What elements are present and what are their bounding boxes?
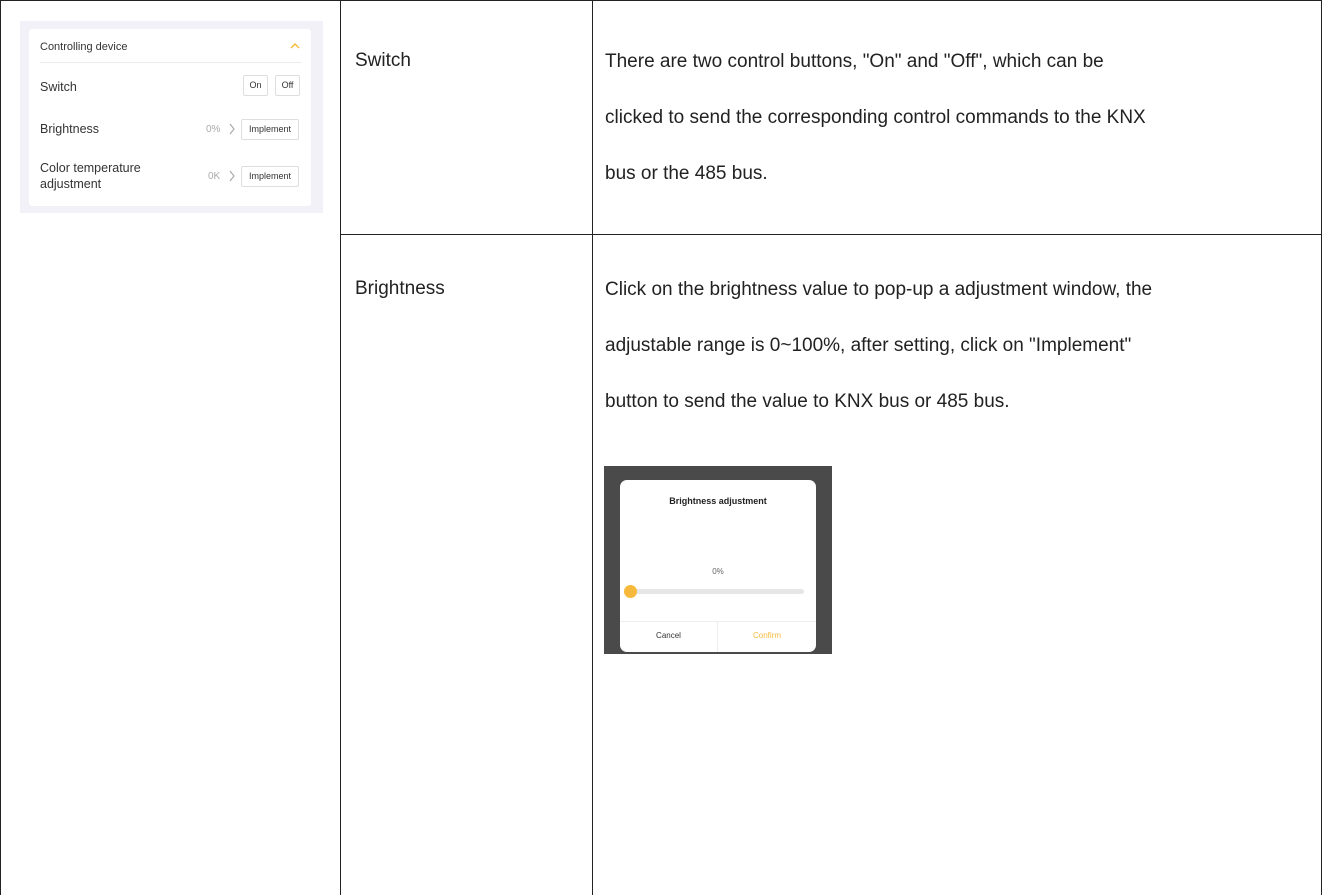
- confirm-button[interactable]: Confirm: [718, 631, 816, 640]
- brightness-implement-button[interactable]: Implement: [241, 119, 299, 140]
- chevron-right-icon[interactable]: [228, 123, 236, 135]
- description-line: adjustable range is 0~100%, after settin…: [605, 335, 1132, 356]
- brightness-slider-track[interactable]: [632, 589, 804, 594]
- brightness-slider-thumb[interactable]: [624, 585, 637, 598]
- dialog-divider: [620, 621, 816, 622]
- color-temp-implement-button[interactable]: Implement: [241, 166, 299, 187]
- table-column-divider: [340, 0, 341, 895]
- panel-title: Controlling device: [40, 41, 128, 53]
- brightness-label: Brightness: [40, 122, 100, 136]
- panel-divider: [40, 62, 302, 63]
- dialog-title: Brightness adjustment: [669, 496, 767, 506]
- chevron-right-icon[interactable]: [228, 170, 236, 182]
- on-button[interactable]: On: [243, 75, 268, 96]
- table-border-right: [1321, 0, 1322, 895]
- color-temp-value[interactable]: 0K: [208, 171, 220, 182]
- chevron-up-icon[interactable]: [288, 39, 302, 53]
- description-line: There are two control buttons, "On" and …: [605, 51, 1104, 72]
- row-name-switch: Switch: [355, 50, 411, 71]
- table-row-divider: [340, 234, 1322, 235]
- switch-description: There are two control buttons, "On" and …: [605, 50, 1305, 218]
- device-panel-screenshot: Controlling device Switch On Off Brightn…: [20, 21, 323, 213]
- table-border-top: [0, 0, 1322, 1]
- brightness-value[interactable]: 0%: [206, 124, 220, 135]
- brightness-popup-screenshot: Brightness adjustment 0% Cancel Confirm: [604, 466, 832, 654]
- cancel-button[interactable]: Cancel: [620, 631, 717, 640]
- device-control-card: Controlling device Switch On Off Brightn…: [29, 29, 311, 206]
- off-button[interactable]: Off: [275, 75, 300, 96]
- table-border-left: [0, 0, 1, 895]
- description-line: bus or the 485 bus.: [605, 163, 768, 184]
- switch-label: Switch: [40, 80, 77, 94]
- description-line: clicked to send the corresponding contro…: [605, 107, 1146, 128]
- color-temp-label-line2: adjustment: [40, 177, 102, 191]
- brightness-readout: 0%: [712, 567, 724, 576]
- row-name-brightness: Brightness: [355, 278, 445, 299]
- table-column-divider: [592, 0, 593, 895]
- description-line: Click on the brightness value to pop-up …: [605, 279, 1153, 300]
- color-temp-label-line1: Color temperature: [40, 161, 141, 175]
- brightness-adjustment-dialog: Brightness adjustment 0% Cancel Confirm: [620, 480, 816, 652]
- brightness-description: Click on the brightness value to pop-up …: [605, 278, 1305, 446]
- description-line: button to send the value to KNX bus or 4…: [605, 391, 1010, 412]
